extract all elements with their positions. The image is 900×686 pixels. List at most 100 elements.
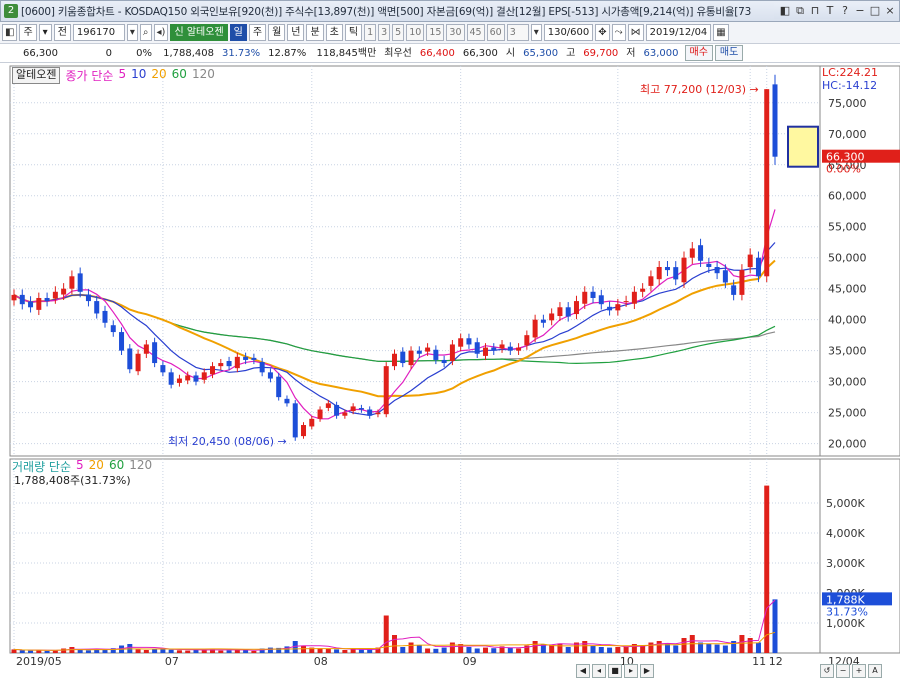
candle-body <box>69 276 75 289</box>
market-dropdown-icon[interactable]: ▾ <box>38 24 52 41</box>
code-dropdown-icon[interactable]: ▾ <box>126 24 138 41</box>
reset-zoom-icon[interactable]: ↺ <box>820 664 834 678</box>
price-tick-label: 70,000 <box>828 128 867 141</box>
market-select[interactable]: 주 <box>19 24 37 41</box>
minimize-icon[interactable]: − <box>853 3 867 19</box>
scroll-last-icon[interactable]: ▶ <box>640 664 654 678</box>
volume-bar <box>516 648 522 653</box>
window-titlebar: 2 [0600] 키움종합차트 - KOSDAQ150 외국인보유[920(천)… <box>0 0 900 22</box>
volume-pct-text: 31.73% <box>826 605 868 618</box>
candle-body <box>44 297 50 302</box>
price-change-pct: 0% <box>136 47 152 59</box>
volume-bar <box>648 642 654 653</box>
maximize-icon[interactable]: □ <box>868 3 882 19</box>
zoom-out-icon[interactable]: − <box>836 664 850 678</box>
interval-3[interactable]: 3 <box>378 24 391 41</box>
candle-body <box>85 294 91 302</box>
candle-body <box>565 307 571 317</box>
volume-bar <box>301 645 307 653</box>
candle-body <box>689 248 695 258</box>
candle-body <box>648 276 654 286</box>
close-icon[interactable]: × <box>883 3 897 19</box>
candle-body <box>143 344 149 354</box>
text-icon[interactable]: T <box>823 3 837 19</box>
tab-year[interactable]: 년 <box>287 24 305 41</box>
candle-body <box>36 297 42 310</box>
text-size-icon[interactable]: A <box>868 664 882 678</box>
sound-icon[interactable]: ◂) <box>153 24 169 41</box>
volume-summary: 1,788,408주(31.73%) <box>14 474 131 487</box>
trade-volume: 1,788,408 <box>163 47 214 59</box>
stop-icon[interactable]: ■ <box>608 664 622 678</box>
zoom-in-icon[interactable]: + <box>852 664 866 678</box>
candlestick-chart[interactable]: 75,00070,00065,00060,00055,00050,00045,0… <box>0 63 900 686</box>
candle-body <box>292 403 298 438</box>
candle-body <box>317 409 323 419</box>
search-icon[interactable]: ⌕ <box>139 24 152 41</box>
volume-bar <box>755 642 761 653</box>
scroll-right-icon[interactable]: ▸ <box>624 664 638 678</box>
layout-icon[interactable]: ◧ <box>778 3 792 19</box>
volume-tick-label: 5,000K <box>826 497 865 510</box>
tab-minute[interactable]: 분 <box>306 24 324 41</box>
interval-input[interactable]: 3 <box>506 24 529 41</box>
scroll-first-icon[interactable]: ◀ <box>576 664 590 678</box>
chart-area[interactable]: 75,000 70,000 65,000 60,000 55,000 50,000 45,0… <box>0 63 900 686</box>
interval-45[interactable]: 45 <box>466 24 485 41</box>
panel-toggle-icon[interactable]: ◧ <box>2 24 18 41</box>
candle-body <box>94 301 100 314</box>
interval-dropdown-icon[interactable]: ▾ <box>530 24 542 41</box>
tab-tick[interactable]: 틱 <box>344 24 363 41</box>
interval-30[interactable]: 30 <box>446 24 465 41</box>
stock-code-input[interactable]: 196170 <box>72 24 125 41</box>
link-icon[interactable]: ⧉ <box>793 3 807 19</box>
interval-5[interactable]: 5 <box>392 24 405 41</box>
interval-15[interactable]: 15 <box>426 24 445 41</box>
candle-body <box>532 319 538 338</box>
zoom-icon[interactable]: ✥ <box>595 24 610 41</box>
candle-body <box>301 425 307 437</box>
volume-bar <box>491 648 497 653</box>
candle-body <box>135 353 141 372</box>
drawing-tool-icon[interactable]: ⋈ <box>627 24 644 41</box>
volume-bar <box>772 599 778 653</box>
buy-button[interactable]: 매수 <box>684 45 713 61</box>
tab-week[interactable]: 주 <box>248 24 267 41</box>
tab-month[interactable]: 월 <box>268 24 286 41</box>
count-input[interactable]: 130/600 <box>543 24 594 41</box>
help-icon[interactable]: ? <box>838 3 852 19</box>
interval-60[interactable]: 60 <box>486 24 505 41</box>
date-input[interactable]: 2019/12/04 <box>645 24 712 41</box>
interval-1[interactable]: 1 <box>364 24 377 41</box>
calendar-icon[interactable]: ▦ <box>713 24 729 41</box>
candle-body <box>491 347 497 351</box>
scroll-left-icon[interactable]: ◂ <box>592 664 606 678</box>
candle-body <box>77 273 83 292</box>
candle-body <box>582 291 588 304</box>
pin-icon[interactable]: ⊓ <box>808 3 822 19</box>
scope-select[interactable]: 전 <box>53 24 71 41</box>
ma60-legend: 60 <box>171 67 187 81</box>
best-quote-label: 최우선 <box>384 47 412 59</box>
tab-second[interactable]: 초 <box>325 24 343 41</box>
candle-body <box>201 372 207 380</box>
x-tick-label: 2019/05 <box>16 655 62 668</box>
ma20-legend: 20 <box>151 67 167 81</box>
lc-label: LC:224.21 <box>822 66 878 79</box>
candle-body <box>598 295 604 305</box>
candle-body <box>176 378 182 383</box>
candle-body <box>243 356 249 360</box>
interval-10[interactable]: 10 <box>406 24 425 41</box>
candle-body <box>615 304 621 311</box>
volume-bar <box>44 650 50 653</box>
candle-body <box>458 338 464 347</box>
candle-body <box>573 301 579 315</box>
tab-day[interactable]: 일 <box>229 24 247 41</box>
candle-body <box>334 404 340 416</box>
stock-name-badge[interactable]: 신 알테오젠 <box>170 24 228 41</box>
line-tool-icon[interactable]: ⤳ <box>611 24 626 41</box>
sell-button[interactable]: 매도 <box>714 45 744 61</box>
app-badge: 2 <box>4 4 18 18</box>
x-tick-label: 08 <box>314 655 328 668</box>
price-panel <box>9 65 821 457</box>
